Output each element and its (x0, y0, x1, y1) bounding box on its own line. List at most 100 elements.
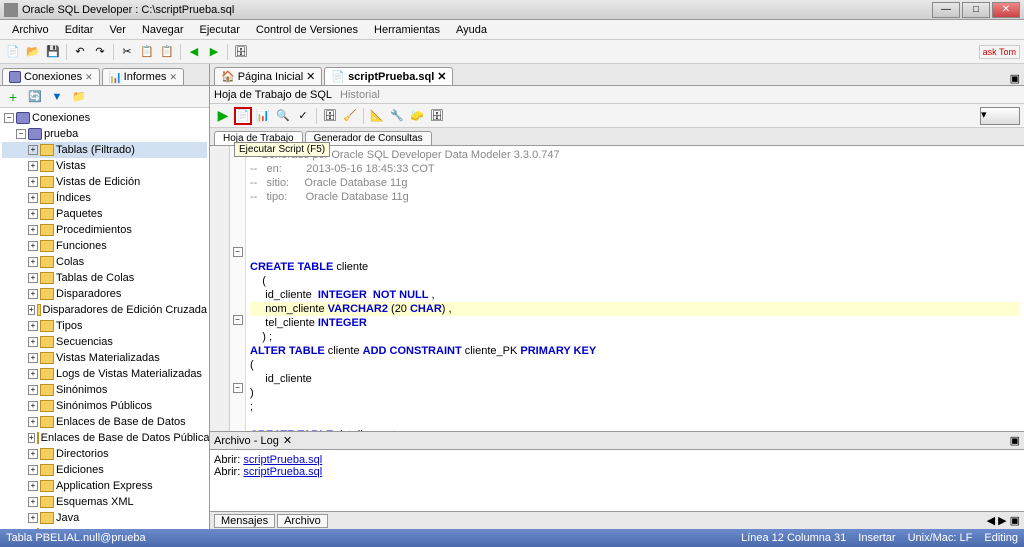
tab-conexiones[interactable]: Conexiones✕ (2, 68, 100, 85)
undo-icon[interactable]: ↶ (71, 43, 89, 61)
eraser-icon[interactable]: 🧽 (408, 107, 426, 125)
expand-icon[interactable]: + (28, 369, 38, 379)
nav-icons[interactable]: ◀ ▶ ▣ (987, 514, 1020, 527)
maximize-button[interactable]: □ (962, 2, 990, 18)
clear-icon[interactable]: 🧹 (341, 107, 359, 125)
folder-icon[interactable]: 📁 (70, 88, 88, 106)
expand-icon[interactable]: + (28, 385, 38, 395)
menu-versiones[interactable]: Control de Versiones (248, 22, 366, 38)
expand-icon[interactable]: + (28, 305, 35, 315)
restore-icon[interactable]: ▣ (1010, 72, 1020, 85)
tree-item[interactable]: +Directorios (2, 446, 207, 462)
close-button[interactable]: ✕ (992, 2, 1020, 18)
menu-ver[interactable]: Ver (101, 22, 134, 38)
tree-root[interactable]: −Conexiones (2, 110, 207, 126)
tree-db[interactable]: −prueba (2, 126, 207, 142)
expand-icon[interactable]: + (28, 161, 38, 171)
collapse-icon[interactable]: − (4, 113, 14, 123)
code-editor[interactable]: − − − -- Generado por Oracle SQL Develop… (210, 146, 1024, 431)
expand-icon[interactable]: + (28, 481, 38, 491)
tree-item[interactable]: +Vistas Materializadas (2, 350, 207, 366)
db-icon[interactable]: 🗄 (428, 107, 446, 125)
tree-item[interactable]: +Disparadores de Edición Cruzada (2, 302, 207, 318)
close-icon[interactable]: ✕ (85, 72, 93, 83)
btab-mensajes[interactable]: Mensajes (214, 514, 275, 528)
tree-item[interactable]: +Disparadores (2, 286, 207, 302)
tree-item[interactable]: +Vistas de Edición (2, 174, 207, 190)
add-icon[interactable]: + (4, 88, 22, 106)
nav-back-icon[interactable]: ◀ (185, 43, 203, 61)
expand-icon[interactable]: + (28, 465, 38, 475)
autotrace-icon[interactable]: 🔍 (274, 107, 292, 125)
tree-item[interactable]: +Funciones (2, 238, 207, 254)
menu-navegar[interactable]: Navegar (134, 22, 192, 38)
tree-item[interactable]: +Java (2, 510, 207, 526)
expand-icon[interactable]: + (28, 353, 38, 363)
connection-dropdown[interactable]: ▾ (980, 107, 1020, 125)
tree-item[interactable]: +Tablas de Colas (2, 270, 207, 286)
code-content[interactable]: -- Generado por Oracle SQL Developer Dat… (246, 146, 1024, 431)
expand-icon[interactable]: + (28, 145, 38, 155)
expand-icon[interactable]: + (28, 177, 38, 187)
cut-icon[interactable]: ✂ (118, 43, 136, 61)
fold-icon[interactable]: − (233, 383, 243, 393)
fold-icon[interactable]: − (233, 247, 243, 257)
tree-item[interactable]: +Application Express (2, 478, 207, 494)
wrench-icon[interactable]: 🔧 (388, 107, 406, 125)
paste-icon[interactable]: 📋 (158, 43, 176, 61)
expand-icon[interactable]: + (28, 241, 38, 251)
close-icon[interactable]: ✕ (169, 72, 177, 83)
open-icon[interactable]: 📂 (24, 43, 42, 61)
tree-item[interactable]: +Enlaces de Base de Datos Pública (2, 430, 207, 446)
history-label[interactable]: Historial (340, 89, 380, 101)
expand-icon[interactable]: + (28, 321, 38, 331)
explain-icon[interactable]: 📊 (254, 107, 272, 125)
menu-herramientas[interactable]: Herramientas (366, 22, 448, 38)
tree-item[interactable]: +Vistas (2, 158, 207, 174)
expand-icon[interactable]: + (28, 337, 38, 347)
menu-ayuda[interactable]: Ayuda (448, 22, 495, 38)
sql-icon[interactable]: 🗄 (321, 107, 339, 125)
tree-item[interactable]: +Procedimientos (2, 222, 207, 238)
menu-archivo[interactable]: Archivo (4, 22, 57, 38)
expand-icon[interactable]: + (28, 417, 38, 427)
tree-item[interactable]: +Ediciones (2, 462, 207, 478)
new-icon[interactable]: 📄 (4, 43, 22, 61)
run-script-icon[interactable]: 📄 (234, 107, 252, 125)
close-icon[interactable]: ✕ (306, 70, 315, 83)
tree-item[interactable]: +Sinónimos (2, 382, 207, 398)
expand-icon[interactable]: + (28, 209, 38, 219)
expand-icon[interactable]: + (28, 497, 38, 507)
db-icon[interactable]: 🗄 (232, 43, 250, 61)
tab-script[interactable]: 📄scriptPrueba.sql✕ (324, 67, 453, 85)
tree-item[interactable]: +Índices (2, 190, 207, 206)
redo-icon[interactable]: ↷ (91, 43, 109, 61)
btab-archivo[interactable]: Archivo (277, 514, 328, 528)
collapse-icon[interactable]: − (16, 129, 26, 139)
expand-icon[interactable]: + (28, 193, 38, 203)
expand-icon[interactable]: + (28, 257, 38, 267)
close-icon[interactable]: ✕ (437, 70, 446, 83)
expand-icon[interactable]: + (28, 513, 38, 523)
run-icon[interactable]: ▶ (214, 107, 232, 125)
tree-item[interactable]: +Tipos (2, 318, 207, 334)
format-icon[interactable]: 📐 (368, 107, 386, 125)
close-icon[interactable]: ✕ (283, 434, 292, 447)
expand-icon[interactable]: + (28, 433, 35, 443)
tree-item[interactable]: +Secuencias (2, 334, 207, 350)
restore-icon[interactable]: ▣ (1010, 434, 1020, 447)
expand-icon[interactable]: + (28, 401, 38, 411)
expand-icon[interactable]: + (28, 289, 38, 299)
tree-item[interactable]: +Enlaces de Base de Datos (2, 414, 207, 430)
fold-icon[interactable]: − (233, 315, 243, 325)
menu-ejecutar[interactable]: Ejecutar (192, 22, 248, 38)
tree-item[interactable]: +Logs de Vistas Materializadas (2, 366, 207, 382)
filter-icon[interactable]: ▼ (48, 88, 66, 106)
minimize-button[interactable]: — (932, 2, 960, 18)
tree-item[interactable]: +Tablas (Filtrado) (2, 142, 207, 158)
save-icon[interactable]: 💾 (44, 43, 62, 61)
tab-informes[interactable]: 📊Informes✕ (102, 68, 184, 85)
expand-icon[interactable]: + (28, 225, 38, 235)
expand-icon[interactable]: + (28, 273, 38, 283)
tree-item[interactable]: +Sinónimos Públicos (2, 398, 207, 414)
